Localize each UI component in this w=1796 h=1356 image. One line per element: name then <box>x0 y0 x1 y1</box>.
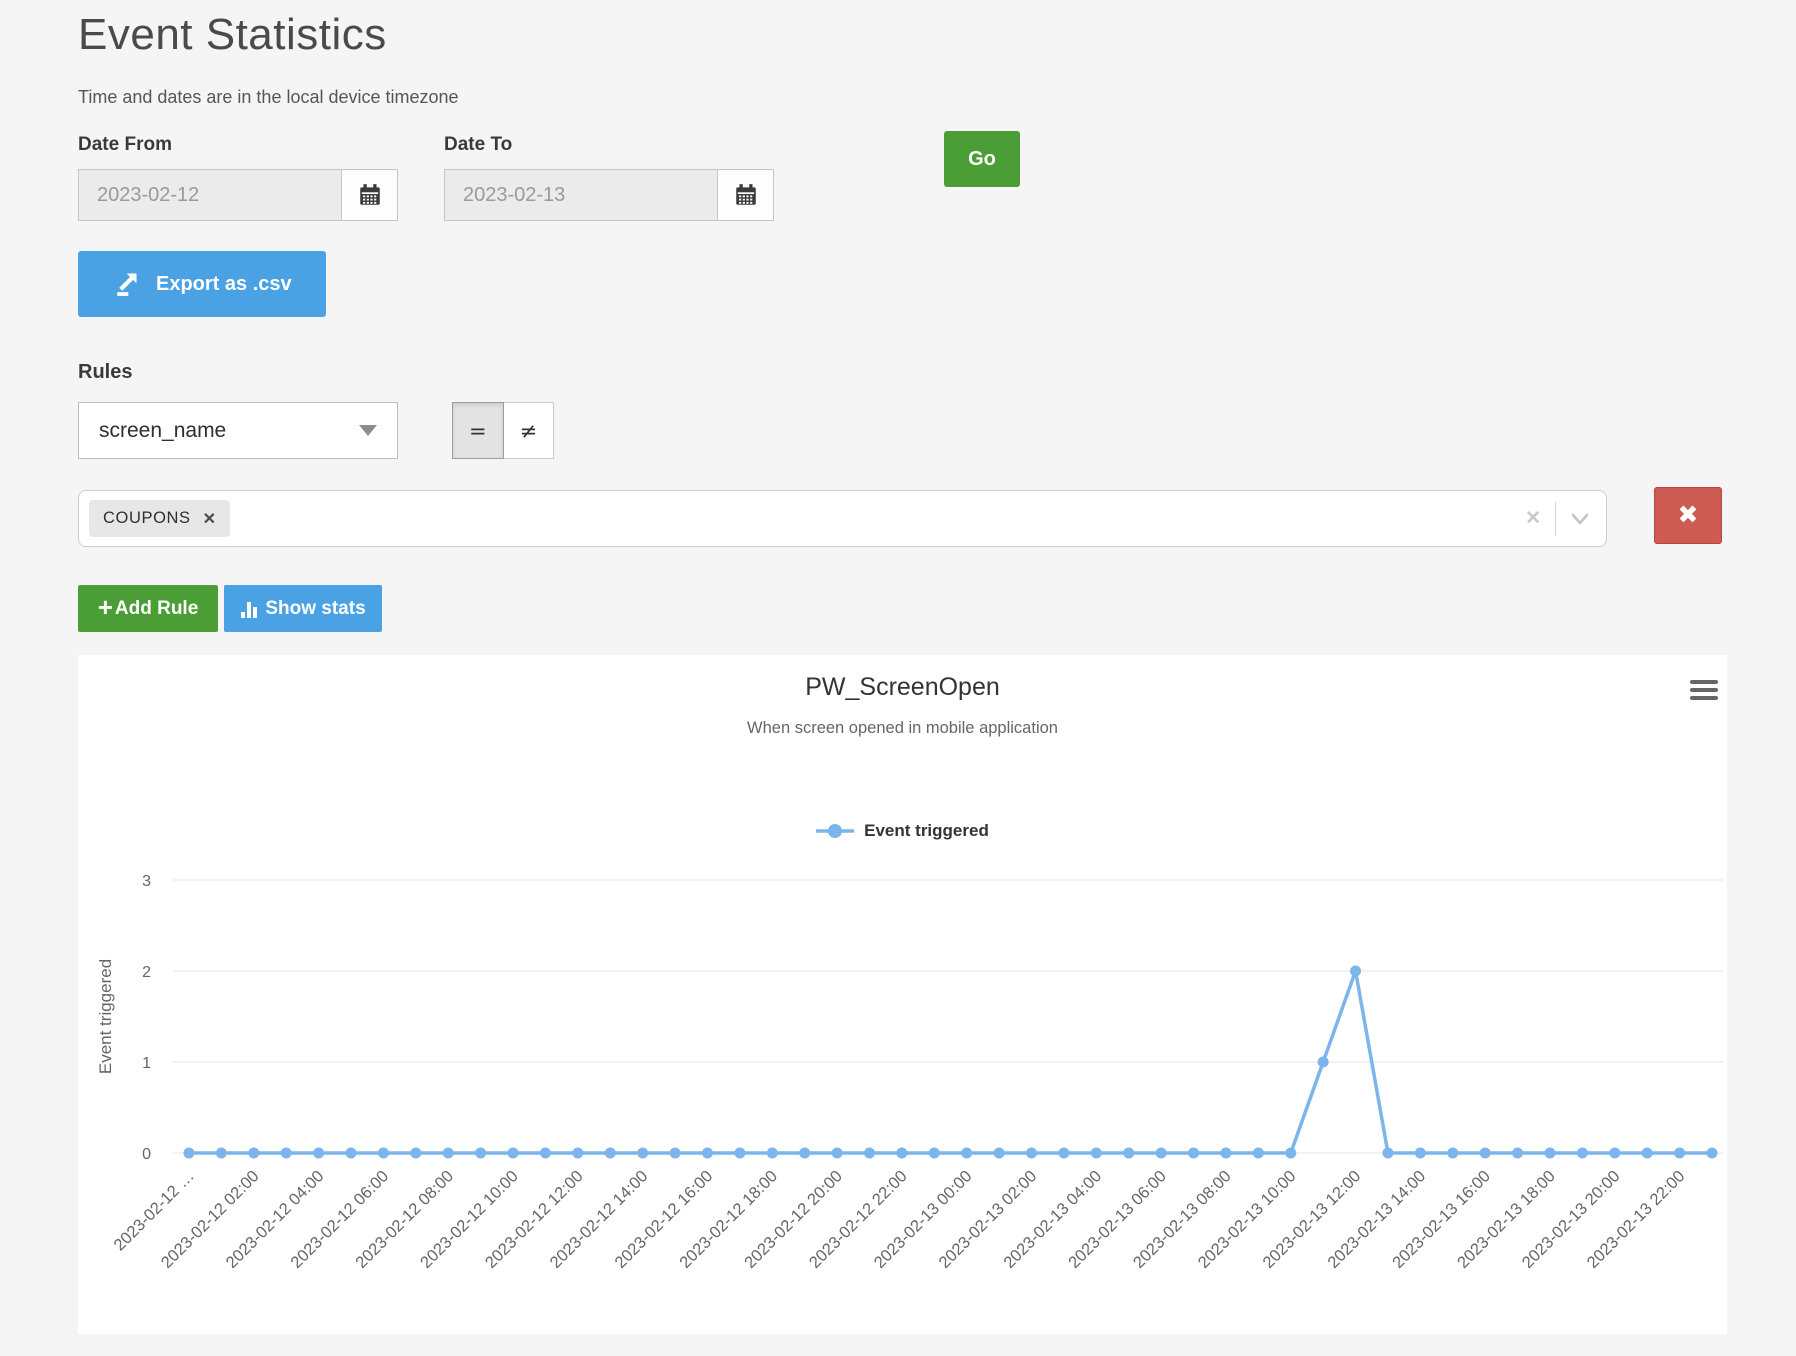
operator-toggle: = ≠ <box>452 402 554 459</box>
rule-value-row: COUPONS ✕ ✕ ✖ <box>78 490 1727 547</box>
tag-input-controls: ✕ <box>1525 491 1590 546</box>
add-rule-label: Add Rule <box>115 598 198 620</box>
chart-menu-button[interactable] <box>1687 675 1721 705</box>
tag-chip-label: COUPONS <box>103 509 191 528</box>
legend-marker-icon <box>816 823 854 839</box>
tag-chip: COUPONS ✕ <box>89 500 230 537</box>
export-label: Export as .csv <box>156 273 292 296</box>
show-stats-label: Show stats <box>265 598 365 620</box>
calendar-icon <box>733 182 759 208</box>
chevron-down-icon[interactable] <box>1570 512 1590 526</box>
rule-field-row: screen_name = ≠ <box>78 402 1727 459</box>
bar-chart-icon <box>240 599 260 619</box>
svg-text:2: 2 <box>142 964 151 981</box>
svg-text:1: 1 <box>142 1055 151 1072</box>
date-from-label: Date From <box>78 134 398 156</box>
svg-text:Event triggered: Event triggered <box>96 959 115 1074</box>
chart-title: PW_ScreenOpen <box>78 673 1727 702</box>
date-to-field: Date To <box>444 134 774 221</box>
date-to-label: Date To <box>444 134 774 156</box>
chart-legend-item[interactable]: Event triggered <box>78 821 1727 841</box>
date-from-input[interactable] <box>79 170 341 220</box>
date-from-field: Date From <box>78 134 398 221</box>
export-csv-button[interactable]: Export as .csv <box>78 251 326 317</box>
add-rule-button[interactable]: + Add Rule <box>78 585 218 632</box>
rules-label: Rules <box>78 361 1727 384</box>
svg-text:0: 0 <box>142 1146 151 1163</box>
date-filter-row: Date From <box>78 134 1727 221</box>
calendar-icon <box>357 182 383 208</box>
delete-rule-button[interactable]: ✖ <box>1654 487 1722 544</box>
operator-equals-button[interactable]: = <box>452 402 504 459</box>
chevron-down-icon <box>359 425 377 436</box>
chart-plot: 0123Event triggered2023-02-12 …2023-02-1… <box>78 655 1727 1334</box>
hamburger-icon <box>1690 680 1718 684</box>
rule-field-select[interactable]: screen_name <box>78 402 398 459</box>
date-from-input-group <box>78 169 398 221</box>
chart-subtitle: When screen opened in mobile application <box>78 719 1727 738</box>
chart-panel: 0123Event triggered2023-02-12 …2023-02-1… <box>78 655 1727 1334</box>
export-icon <box>112 270 140 298</box>
divider <box>1555 502 1556 536</box>
hamburger-icon <box>1690 688 1718 692</box>
date-to-input[interactable] <box>445 170 717 220</box>
rule-field-value: screen_name <box>99 419 226 443</box>
actions-row: + Add Rule Show stats <box>78 585 1727 632</box>
date-from-calendar-button[interactable] <box>341 170 397 220</box>
operator-not-equals-button[interactable]: ≠ <box>504 402 555 459</box>
date-to-input-group <box>444 169 774 221</box>
page: Event Statistics Time and dates are in t… <box>0 0 1727 1334</box>
date-to-calendar-button[interactable] <box>717 170 773 220</box>
page-subtitle: Time and dates are in the local device t… <box>78 87 1727 108</box>
hamburger-icon <box>1690 696 1718 700</box>
go-button[interactable]: Go <box>944 131 1020 187</box>
legend-label: Event triggered <box>864 821 989 841</box>
clear-selection-icon[interactable]: ✕ <box>1525 507 1541 530</box>
show-stats-button[interactable]: Show stats <box>224 585 382 632</box>
svg-text:3: 3 <box>142 873 151 890</box>
chip-remove-icon[interactable]: ✕ <box>203 509 216 529</box>
close-icon: ✖ <box>1678 501 1699 529</box>
page-title: Event Statistics <box>78 10 1727 60</box>
tag-input[interactable]: COUPONS ✕ ✕ <box>78 490 1607 547</box>
plus-icon: + <box>98 592 113 623</box>
